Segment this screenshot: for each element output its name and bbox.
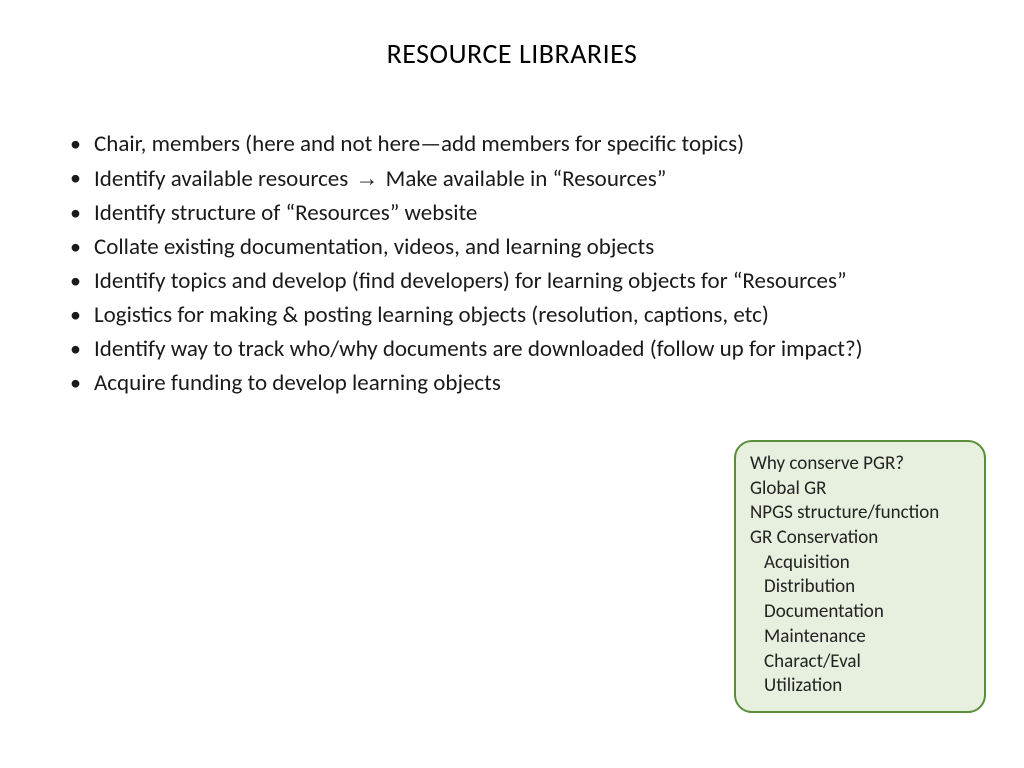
callout-box: Why conserve PGR? Global GR NPGS structu…: [734, 440, 986, 713]
list-item-text: Make available in “Resources”: [380, 165, 666, 193]
list-item: Collate existing documentation, videos, …: [70, 232, 994, 263]
list-item: Chair, members (here and not here—add me…: [70, 129, 994, 160]
callout-line: NPGS structure/function: [750, 501, 970, 526]
callout-subline: Charact/Eval: [750, 650, 970, 675]
list-item: Identify structure of “Resources” websit…: [70, 198, 994, 229]
list-item: Identify topics and develop (find develo…: [70, 266, 994, 297]
list-item: Acquire funding to develop learning obje…: [70, 368, 994, 399]
callout-subline: Acquisition: [750, 551, 970, 576]
callout-line: GR Conservation: [750, 526, 970, 551]
callout-subline: Maintenance: [750, 625, 970, 650]
callout-line: Why conserve PGR?: [750, 452, 970, 477]
list-item: Logistics for making & posting learning …: [70, 300, 994, 331]
list-item-text: Identify available resources: [94, 165, 353, 193]
callout-subline: Utilization: [750, 674, 970, 699]
arrow-right-icon: →: [353, 163, 380, 194]
bullet-list: Chair, members (here and not here—add me…: [0, 81, 1024, 399]
callout-line: Global GR: [750, 477, 970, 502]
callout-subline: Documentation: [750, 600, 970, 625]
slide-title: RESOURCE LIBRARIES: [0, 0, 1024, 81]
list-item: Identify available resources → Make avai…: [70, 163, 994, 195]
list-item: Identify way to track who/why documents …: [70, 334, 994, 365]
callout-subline: Distribution: [750, 575, 970, 600]
